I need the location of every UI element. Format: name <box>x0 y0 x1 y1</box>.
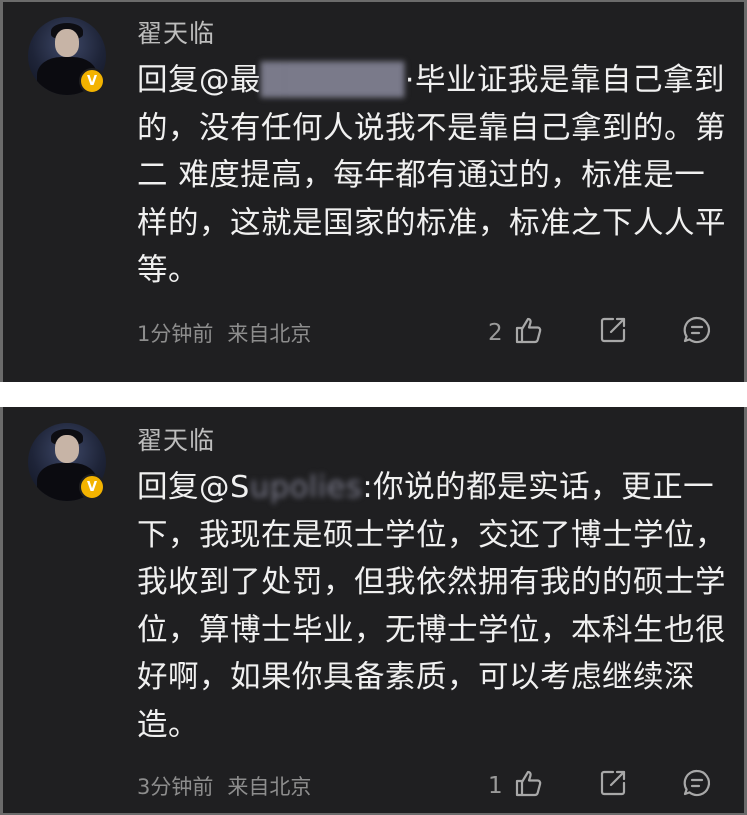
mention-obscured: ██████ <box>261 63 405 98</box>
avatar-face <box>55 29 79 57</box>
like-count: 1 <box>488 773 503 799</box>
reply-prefix: 回复@ <box>137 470 230 505</box>
mention-obscured: upolies <box>249 470 363 505</box>
card-separator <box>0 382 747 407</box>
location: 来自北京 <box>227 775 312 799</box>
comment-meta: 3分钟前 来自北京 <box>137 771 311 801</box>
avatar-face <box>55 435 79 463</box>
mention-visible[interactable]: 最 <box>230 63 261 98</box>
location: 来自北京 <box>227 322 312 346</box>
comment-text: 回复@Supolies:你说的都是实话，更正一下，我现在是硕士学位，交还了博士学… <box>137 464 727 749</box>
thumbs-up-icon[interactable] <box>513 767 545 799</box>
verified-v-icon: V <box>79 68 105 94</box>
comment-icon[interactable] <box>681 767 713 799</box>
comment-body: :你说的都是实话，更正一下，我现在是硕士学位，交还了博士学位，我收到了处罚，但我… <box>137 470 726 743</box>
like-count: 2 <box>488 320 503 346</box>
timestamp: 3分钟前 <box>137 775 214 799</box>
username[interactable]: 翟天临 <box>137 421 215 457</box>
share-icon[interactable] <box>597 767 629 799</box>
comment-icon[interactable] <box>681 314 713 346</box>
comment-card-2: V 翟天临 回复@Supolies:你说的都是实话，更正一下，我现在是硕士学位，… <box>0 407 747 815</box>
comment-text: 回复@最██████·毕业证我是靠自己拿到的，没有任何人说我不是靠自己拿到的。第… <box>137 57 727 295</box>
comment-meta: 1分钟前 来自北京 <box>137 318 311 348</box>
timestamp: 1分钟前 <box>137 322 214 346</box>
username[interactable]: 翟天临 <box>137 14 215 50</box>
mention-visible[interactable]: S <box>230 470 250 505</box>
reply-prefix: 回复@ <box>137 63 230 98</box>
share-icon[interactable] <box>597 314 629 346</box>
thumbs-up-icon[interactable] <box>513 314 545 346</box>
verified-v-icon: V <box>79 474 105 500</box>
comment-card-1: V 翟天临 回复@最██████·毕业证我是靠自己拿到的，没有任何人说我不是靠自… <box>0 0 747 382</box>
